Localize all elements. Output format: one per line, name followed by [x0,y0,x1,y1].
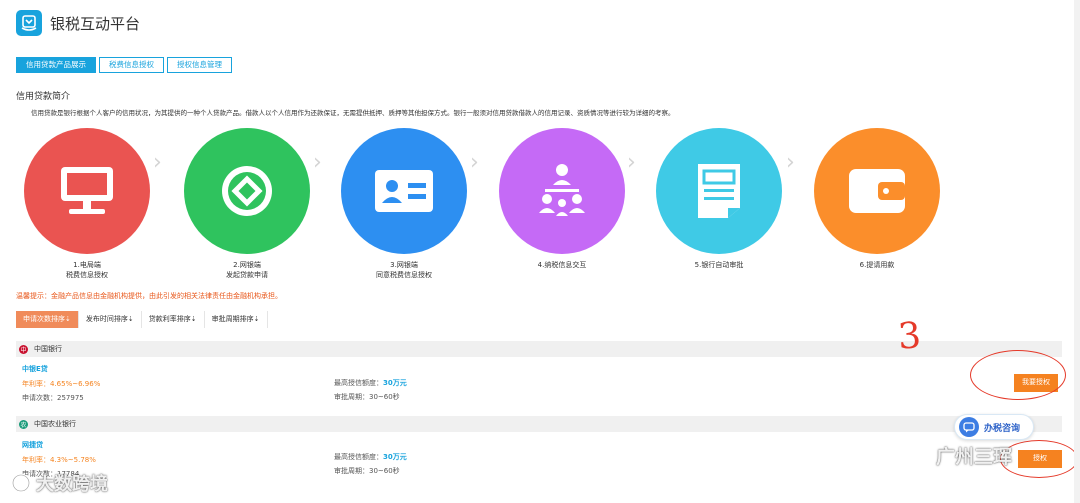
max-credit-label: 最高授信额度： [334,379,383,387]
watermark-right: 广州三珲 [900,442,1012,469]
product-terms: 最高授信额度：30万元 审批周期：30~60秒 [334,378,407,402]
step-circle [184,128,310,254]
max-credit-label: 最高授信额度： [334,453,383,461]
tax-consult-chat[interactable]: 办税咨询 [954,414,1034,440]
annotation-ellipse [970,350,1066,400]
agricultural-bank-logo-icon: 农 [19,419,28,429]
tab-credit-products[interactable]: 信用贷款产品展示 [16,57,96,73]
chevron-right-icon: › [627,150,636,175]
chat-icon [959,417,979,437]
id-card-icon [375,170,433,212]
step-circle [24,128,150,254]
tab-tax-authorization[interactable]: 税费信息授权 [99,57,164,73]
step-label: 6.提请用款 [859,261,895,269]
chevron-right-icon: › [313,150,322,175]
step-circle [499,128,625,254]
step-circle [656,128,782,254]
sort-by-applications[interactable]: 申请次数排序⇣ [16,311,79,328]
wallet-icon [849,169,905,213]
product-rate: 年利率：4.65%~6.96% [22,380,101,388]
bank-name: 中国农业银行 [34,420,76,428]
watermark-left: 大数跨境 [10,470,108,496]
bank-header-abc: 农 中国农业银行 [16,416,1062,432]
max-credit-value: 30万元 [383,379,407,387]
step-5: 5.银行自动审批 [654,128,784,270]
step-6: 6.提请用款 [812,128,942,270]
coin-icon [222,166,272,216]
sort-by-approval-period[interactable]: 审批周期排序⇣ [204,311,268,328]
handshake-icon [21,15,37,31]
approval-period: 审批周期：30~60秒 [334,467,400,475]
scrollbar-track[interactable] [1074,0,1080,503]
step-label: 5.银行自动审批 [694,261,744,269]
process-steps: 1.电局端 税费信息授权 › 2.网银端 发起贷款申请 › 3.网银端 同意税费… [0,128,1080,288]
sort-bar: 申请次数排序⇣ 发布时间排序⇣ 贷款利率排序⇣ 审批周期排序⇣ [16,311,268,328]
section-intro: 信用贷款是银行根据个人客户的信用状况，为其提供的一种个人贷款产品。借款人以个人信… [31,109,675,117]
step-2: 2.网银端 发起贷款申请 [182,128,312,280]
step-label: 3.网银端 同意税费信息授权 [376,261,432,279]
app-title: 银税互动平台 [50,14,141,33]
tab-authorization-management[interactable]: 授权信息管理 [167,57,232,73]
step-circle [341,128,467,254]
product-name[interactable]: 中银E贷 [22,364,100,374]
sort-by-interest-rate[interactable]: 贷款利率排序⇣ [141,311,205,328]
step-1: 1.电局端 税费信息授权 [22,128,152,280]
chat-label: 办税咨询 [984,423,1021,434]
org-chart-icon [539,164,585,216]
product-application-count: 申请次数：257975 [22,394,84,402]
bank-name: 中国银行 [34,345,62,353]
step-4: 4.纳税信息交互 [497,128,627,270]
step-label: 2.网银端 发起贷款申请 [226,261,268,279]
step-3: 3.网银端 同意税费信息授权 [339,128,469,280]
sort-by-publish-time[interactable]: 发布时间排序⇣ [78,311,142,328]
monitor-icon [61,167,113,214]
document-icon [698,164,740,218]
watermark-logo-icon [11,473,31,493]
wechat-icon [901,445,929,466]
chevron-right-icon: › [470,150,479,175]
tab-bar: 信用贷款产品展示 税费信息授权 授权信息管理 [16,57,232,73]
annotation-number: 3 [896,315,923,358]
product-rate: 年利率：4.3%~5.78% [22,456,96,464]
disclaimer-notice: 温馨提示：金融产品信息由金融机构提供，由此引发的相关法律责任由金融机构承担。 [16,292,282,300]
chevron-right-icon: › [786,150,795,175]
app-header: 银税互动平台 [16,8,140,38]
approval-period: 审批周期：30~60秒 [334,393,400,401]
step-label: 1.电局端 税费信息授权 [66,261,108,279]
product-name[interactable]: 网捷贷 [22,440,96,450]
product-terms: 最高授信额度：30万元 审批周期：30~60秒 [334,452,407,476]
section-title: 信用贷款简介 [16,92,71,102]
step-circle [814,128,940,254]
bank-of-china-logo-icon: 中 [19,344,28,354]
step-label: 4.纳税信息交互 [537,261,587,269]
app-logo [16,10,42,36]
chevron-right-icon: › [153,150,162,175]
max-credit-value: 30万元 [383,453,407,461]
product-card: 中银E贷 年利率：4.65%~6.96% 申请次数：257975 [22,364,100,403]
